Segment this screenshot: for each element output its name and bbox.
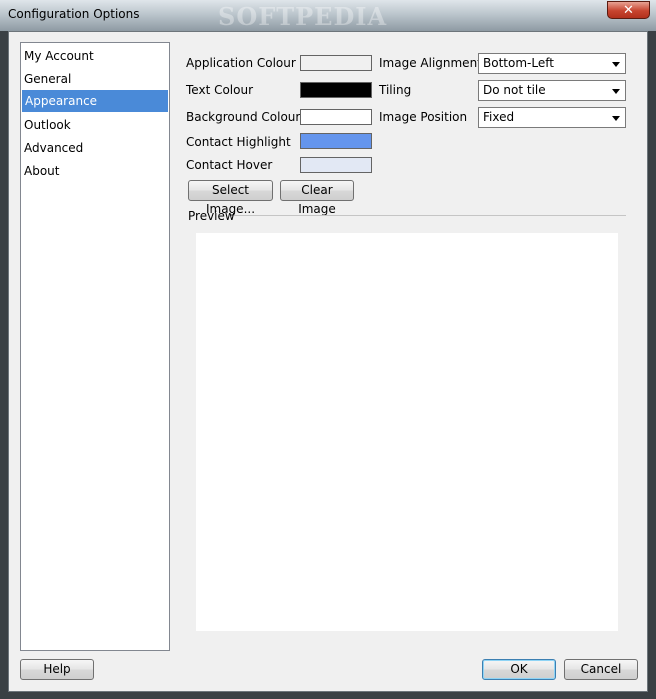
title-bar[interactable]: Configuration Options SOFTPEDIA ✕ (0, 0, 656, 31)
tiling-label: Tiling (379, 83, 412, 97)
select-image-button[interactable]: Select Image... (188, 180, 273, 216)
preview-area (196, 233, 618, 631)
nav-item-about[interactable]: About (21, 160, 169, 182)
image-alignment-select[interactable]: Bottom-Left (478, 53, 626, 74)
background-colour-label: Background Colour (186, 110, 301, 124)
contact-hover-swatch[interactable] (300, 157, 372, 173)
chevron-down-icon (612, 62, 620, 67)
window-title: Configuration Options (8, 7, 140, 21)
category-list[interactable]: My Account General Appearance Outlook Ad… (20, 42, 170, 651)
image-position-select[interactable]: Fixed (478, 107, 626, 128)
chevron-down-icon (612, 89, 620, 94)
nav-item-advanced[interactable]: Advanced (21, 137, 169, 159)
cancel-button[interactable]: Cancel (564, 659, 638, 680)
help-button[interactable]: Help (20, 659, 94, 680)
contact-highlight-swatch[interactable] (300, 133, 372, 149)
close-icon: ✕ (623, 3, 634, 18)
image-position-label: Image Position (379, 110, 468, 124)
dialog-body: My Account General Appearance Outlook Ad… (8, 31, 648, 692)
ok-button[interactable]: OK (482, 659, 556, 680)
nav-item-my-account[interactable]: My Account (21, 45, 169, 67)
image-alignment-label: Image Alignment (379, 56, 482, 70)
image-alignment-value: Bottom-Left (483, 56, 554, 70)
chevron-down-icon (612, 116, 620, 121)
tiling-select[interactable]: Do not tile (478, 80, 626, 101)
contact-highlight-label: Contact Highlight (186, 135, 291, 149)
nav-item-appearance[interactable]: Appearance (22, 90, 168, 112)
preview-divider (234, 215, 626, 216)
text-colour-swatch[interactable] (300, 82, 372, 98)
nav-item-general[interactable]: General (21, 68, 169, 90)
watermark: SOFTPEDIA (218, 2, 388, 31)
contact-hover-label: Contact Hover (186, 158, 273, 172)
application-colour-swatch[interactable] (300, 55, 372, 71)
preview-label: Preview (188, 209, 235, 223)
background-colour-swatch[interactable] (300, 109, 372, 125)
tiling-value: Do not tile (483, 83, 546, 97)
close-button[interactable]: ✕ (607, 1, 650, 19)
image-position-value: Fixed (483, 110, 515, 124)
nav-item-outlook[interactable]: Outlook (21, 114, 169, 136)
text-colour-label: Text Colour (186, 83, 254, 97)
application-colour-label: Application Colour (186, 56, 296, 70)
clear-image-button[interactable]: Clear Image (280, 180, 354, 216)
